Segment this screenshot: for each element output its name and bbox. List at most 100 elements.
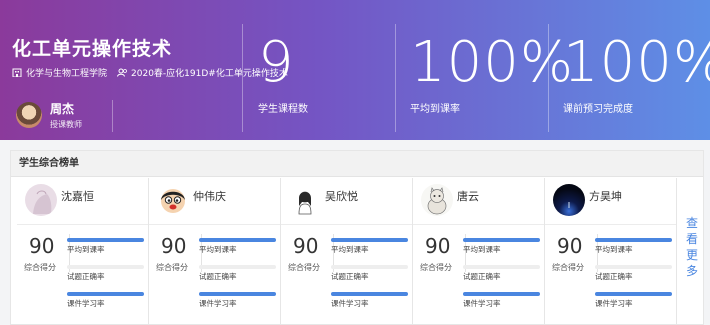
- metric-bar: [331, 265, 408, 269]
- student-score: 90: [557, 234, 583, 258]
- view-more-char[interactable]: 查: [685, 215, 699, 231]
- teacher-name: 周杰: [50, 102, 75, 116]
- metric-bar: [199, 292, 276, 296]
- ranking-title: 学生综合榜单: [11, 151, 703, 177]
- metric-label: 试题正确率: [331, 272, 369, 281]
- metric: 试题正确率: [463, 265, 540, 282]
- divider: [149, 224, 280, 225]
- view-more-char[interactable]: 看: [685, 231, 699, 247]
- users-icon: [117, 68, 127, 77]
- view-more-char[interactable]: 更: [685, 247, 699, 263]
- stat-label: 课前预习完成度: [563, 104, 633, 115]
- teacher-role: 授课教师: [50, 120, 82, 129]
- ranking-panel: 学生综合榜单 沈嘉恒 90 综合得分 平均到课率 试题正确率 课件学习率 仲伟庆…: [10, 150, 704, 325]
- stat-preview: 100% 课前预习完成度: [563, 30, 710, 116]
- stat-attendance: 100% 平均到课率: [410, 34, 574, 116]
- student-avatar: [289, 184, 321, 216]
- course-banner: 化工单元操作技术 化学与生物工程学院 2020春-应化191D#化工单元操作技术…: [0, 0, 710, 140]
- score-label: 综合得分: [420, 263, 452, 272]
- view-more-link[interactable]: 查看更多: [685, 215, 699, 279]
- metric-bar-fill: [67, 238, 144, 242]
- metric-bar: [463, 292, 540, 296]
- metric-bar-fill: [199, 238, 276, 242]
- score-label: 综合得分: [24, 263, 56, 272]
- metric-bar: [199, 265, 276, 269]
- stat-course-count: 9 学生课程数: [258, 34, 308, 116]
- metric-label: 课件学习率: [331, 299, 369, 308]
- metric: 平均到课率: [331, 238, 408, 255]
- metric-label: 课件学习率: [67, 299, 105, 308]
- metric-bar: [463, 238, 540, 242]
- metric-label: 平均到课率: [595, 245, 633, 254]
- student-card[interactable]: 吴欣悦 90 综合得分 平均到课率 试题正确率 课件学习率: [281, 178, 413, 325]
- score-label: 综合得分: [156, 263, 188, 272]
- divider: [545, 224, 676, 225]
- metric-bar: [199, 238, 276, 242]
- metric-bar: [331, 238, 408, 242]
- metric-label: 试题正确率: [595, 272, 633, 281]
- student-name: 唐云: [457, 190, 479, 203]
- student-avatar: [421, 184, 453, 216]
- metric: 试题正确率: [595, 265, 672, 282]
- divider: [17, 224, 148, 225]
- metric-label: 平均到课率: [199, 245, 237, 254]
- metric-label: 试题正确率: [199, 272, 237, 281]
- student-card[interactable]: 方昊坤 90 综合得分 平均到课率 试题正确率 课件学习率: [545, 178, 677, 325]
- metric-bar: [67, 265, 144, 269]
- metric-bar-fill: [595, 292, 672, 296]
- metric-bar-fill: [199, 292, 276, 296]
- course-title: 化工单元操作技术: [12, 38, 173, 60]
- teacher-avatar: [16, 102, 42, 128]
- student-score: 90: [425, 234, 451, 258]
- metric-label: 试题正确率: [67, 272, 105, 281]
- student-avatar: [25, 184, 57, 216]
- metric-bar-fill: [331, 238, 408, 242]
- metric-bar-fill: [463, 238, 540, 242]
- ranking-cards: 沈嘉恒 90 综合得分 平均到课率 试题正确率 课件学习率 仲伟庆 90 综合得…: [17, 178, 681, 325]
- metric-bar: [595, 265, 672, 269]
- divider: [395, 24, 396, 132]
- metric: 试题正确率: [199, 265, 276, 282]
- teacher-info[interactable]: 周杰 授课教师: [16, 100, 82, 130]
- metric-label: 平均到课率: [331, 245, 369, 254]
- student-score: 90: [161, 234, 187, 258]
- divider: [413, 224, 544, 225]
- metric: 课件学习率: [331, 292, 408, 309]
- metric: 平均到课率: [463, 238, 540, 255]
- score-label: 综合得分: [288, 263, 320, 272]
- metric: 试题正确率: [331, 265, 408, 282]
- stat-label: 学生课程数: [258, 104, 308, 115]
- student-name: 吴欣悦: [325, 190, 358, 203]
- course-meta: 化学与生物工程学院 2020春-应化191D#化工单元操作技术: [12, 66, 288, 79]
- metric-bar: [595, 238, 672, 242]
- view-more-char[interactable]: 多: [685, 263, 699, 279]
- stat-value: 100%: [563, 30, 710, 95]
- student-name: 方昊坤: [589, 190, 622, 203]
- college-name: 化学与生物工程学院: [26, 69, 108, 79]
- metric: 课件学习率: [67, 292, 144, 309]
- divider: [548, 24, 549, 132]
- score-label: 综合得分: [552, 263, 584, 272]
- metric-label: 试题正确率: [463, 272, 501, 281]
- metric: 课件学习率: [595, 292, 672, 309]
- metric-bar: [331, 292, 408, 296]
- metric-bar: [463, 265, 540, 269]
- metric-bar: [67, 238, 144, 242]
- metric: 平均到课率: [595, 238, 672, 255]
- student-card[interactable]: 唐云 90 综合得分 平均到课率 试题正确率 课件学习率: [413, 178, 545, 325]
- metric-label: 课件学习率: [199, 299, 237, 308]
- student-avatar: [553, 184, 585, 216]
- student-name: 仲伟庆: [193, 190, 226, 203]
- student-score: 90: [29, 234, 55, 258]
- metric-label: 课件学习率: [463, 299, 501, 308]
- student-card[interactable]: 沈嘉恒 90 综合得分 平均到课率 试题正确率 课件学习率: [17, 178, 149, 325]
- student-avatar: [157, 184, 189, 216]
- metric-label: 课件学习率: [595, 299, 633, 308]
- metric-bar-fill: [595, 238, 672, 242]
- stat-label: 平均到课率: [410, 104, 460, 115]
- building-icon: [12, 68, 22, 78]
- metric-bar: [595, 292, 672, 296]
- student-card[interactable]: 仲伟庆 90 综合得分 平均到课率 试题正确率 课件学习率: [149, 178, 281, 325]
- metric: 课件学习率: [463, 292, 540, 309]
- metric-label: 平均到课率: [67, 245, 105, 254]
